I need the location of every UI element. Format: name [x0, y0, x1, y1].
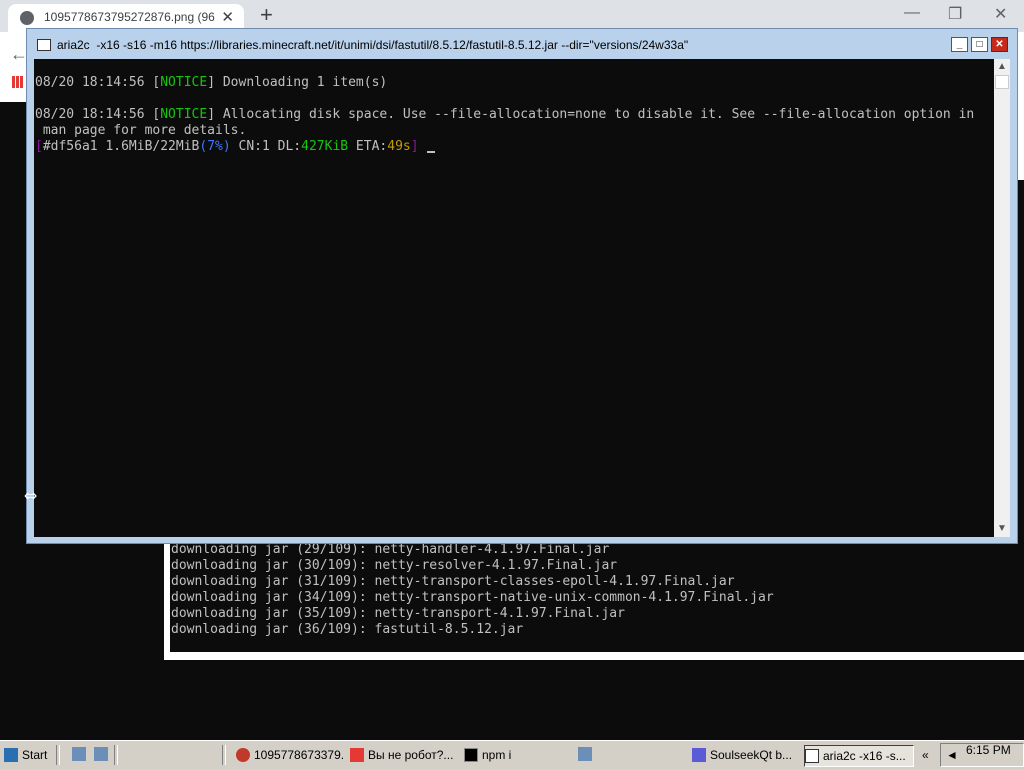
taskbar-separator: [222, 745, 226, 765]
console-line: man page for more details.: [35, 123, 247, 138]
download-speed: 427KiB: [301, 139, 349, 154]
console-line: downloading jar (31/109): netty-transpor…: [171, 574, 735, 589]
console-line: downloading jar (30/109): netty-resolver…: [171, 558, 618, 573]
aria2c-console-window[interactable]: aria2c -x16 -s16 -m16 https://libraries.…: [26, 28, 1018, 544]
taskbar-task[interactable]: SoulseekQt b...: [692, 745, 800, 765]
console-line: downloading jar (34/109): netty-transpor…: [171, 590, 774, 605]
taskbar: Start 1095778673379... Вы не робот?... n…: [0, 740, 1024, 769]
start-logo-icon: [4, 748, 18, 762]
progress-line: [#df56a1 1.6MiB/22MiB(7%) CN:1 DL:427KiB…: [35, 139, 435, 155]
console-window-icon: [805, 749, 819, 763]
yandex-icon: [350, 748, 364, 762]
browser-tab-title: 1095778673795272876.png (96: [44, 10, 215, 24]
scroll-thumb[interactable]: [995, 75, 1009, 89]
console-output[interactable]: 08/20 18:14:56 [NOTICE] Downloading 1 it…: [34, 59, 994, 537]
taskbar-task-active[interactable]: aria2c -x16 -s...: [804, 745, 914, 767]
console-line: 08/20 18:14:56 [NOTICE] Downloading 1 it…: [35, 75, 388, 90]
vertical-scrollbar[interactable]: ▲ ▼: [994, 59, 1010, 537]
notice-tag: NOTICE: [160, 107, 208, 122]
notice-tag: NOTICE: [160, 75, 208, 90]
browser-minimize-button[interactable]: —: [904, 4, 920, 22]
soulseek-icon: [692, 748, 706, 762]
globe-icon: [20, 11, 34, 25]
scroll-up-icon[interactable]: ▲: [994, 59, 1010, 75]
scroll-down-icon[interactable]: ▼: [994, 521, 1010, 537]
browser-close-button[interactable]: ✕: [994, 4, 1007, 24]
quick-launch-icon[interactable]: [94, 747, 108, 761]
resize-cursor-icon: ⇔: [24, 486, 38, 505]
text-cursor: [426, 151, 435, 153]
console-line: downloading jar (35/109): netty-transpor…: [171, 606, 625, 621]
maximize-button[interactable]: □: [971, 37, 988, 52]
console-line: 08/20 18:14:56 [NOTICE] Allocating disk …: [35, 107, 975, 122]
console-line: downloading jar (36/109): fastutil-8.5.1…: [171, 622, 524, 637]
window-title: aria2c -x16 -s16 -m16 https://libraries.…: [57, 38, 689, 52]
taskbar-task[interactable]: npm i: [464, 745, 572, 765]
taskbar-app-icon[interactable]: [578, 747, 592, 761]
minimize-button[interactable]: _: [951, 37, 968, 52]
taskbar-separator: [56, 745, 60, 765]
console-line: downloading jar (29/109): netty-handler-…: [171, 542, 610, 557]
console-window-icon[interactable]: [37, 39, 51, 51]
close-tab-icon[interactable]: ✕: [221, 8, 234, 26]
tray-expand-icon[interactable]: «: [922, 745, 936, 765]
cmd-icon: [464, 748, 478, 762]
start-button[interactable]: Start: [4, 745, 50, 765]
taskbar-task[interactable]: Вы не робот?...: [350, 745, 458, 765]
progress-percent: (7%): [199, 139, 231, 154]
taskbar-task[interactable]: 1095778673379...: [236, 745, 344, 765]
volume-icon[interactable]: ◄: [946, 745, 960, 765]
new-tab-button[interactable]: +: [260, 2, 273, 28]
browser-restore-button[interactable]: ❐: [948, 4, 962, 24]
show-desktop-icon[interactable]: [72, 747, 86, 761]
clock[interactable]: 6:15 PM: [966, 743, 1011, 757]
opera-icon: [236, 748, 250, 762]
taskbar-separator: [114, 745, 118, 765]
close-button[interactable]: ✕: [991, 37, 1008, 52]
window-titlebar[interactable]: aria2c -x16 -s16 -m16 https://libraries.…: [27, 29, 1017, 59]
apps-icon[interactable]: [12, 76, 24, 88]
eta-value: 49s: [387, 139, 411, 154]
